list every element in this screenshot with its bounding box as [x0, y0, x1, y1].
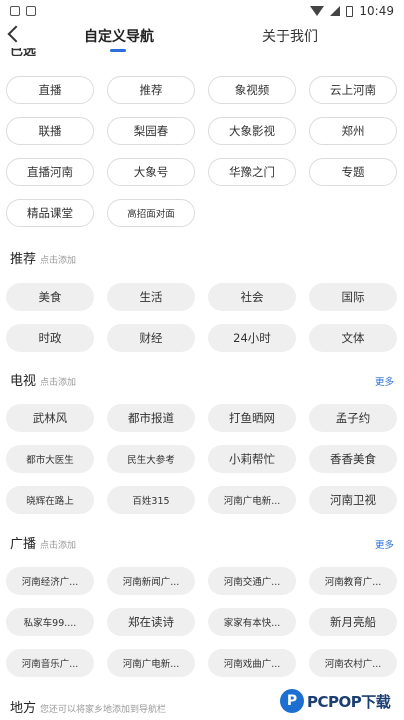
- selected-channel-chip[interactable]: 华豫之门: [208, 158, 296, 186]
- radio-channel-chip[interactable]: 河南教育广...: [309, 567, 397, 595]
- selected-channel-chip[interactable]: 梨园春: [107, 117, 195, 145]
- pcpop-logo-icon: P: [280, 689, 304, 713]
- radio-channel-chip[interactable]: 河南音乐广...: [6, 649, 94, 677]
- recommend-channel-chip[interactable]: 文体: [309, 324, 397, 352]
- tv-channel-chip[interactable]: 晓辉在路上: [6, 486, 94, 514]
- recommend-hint: 点击添加: [40, 256, 77, 266]
- selected-channel-chip[interactable]: 联播: [6, 117, 94, 145]
- tab-indicator: [110, 49, 126, 52]
- back-arrow-icon[interactable]: [7, 25, 25, 43]
- tv-channel-chip[interactable]: 孟子约: [309, 404, 397, 432]
- tv-channel-chip[interactable]: 小莉帮忙: [208, 445, 296, 473]
- pcpop-brand-name: PCPOP下载: [307, 692, 391, 711]
- radio-channel-chip[interactable]: 河南交通广...: [208, 567, 296, 595]
- recommend-channel-chip[interactable]: 国际: [309, 283, 397, 311]
- recommend-channel-grid: 美食 生活 社会 国际时政 财经 24小时 文体: [6, 283, 398, 352]
- notification-icon: [10, 6, 20, 16]
- selected-channel-chip[interactable]: 郑州: [309, 117, 397, 145]
- selected-channel-chip[interactable]: 大象号: [107, 158, 195, 186]
- tv-section-header: 电视 点击添加 更多: [10, 370, 394, 389]
- status-time: 10:49: [359, 4, 394, 18]
- pcpop-watermark: P PCPOP下载: [280, 686, 404, 716]
- selected-channel-chip[interactable]: 专题: [309, 158, 397, 186]
- recommend-title: 推荐: [10, 252, 37, 267]
- selected-channel-chip[interactable]: 高招面对面: [107, 199, 195, 227]
- tv-channel-chip[interactable]: 民生大参考: [107, 445, 195, 473]
- radio-section-header: 广播 点击添加 更多: [10, 533, 394, 552]
- recommend-channel-chip[interactable]: 时政: [6, 324, 94, 352]
- tab-custom-nav[interactable]: 自定义导航: [84, 26, 154, 46]
- recommend-channel-chip[interactable]: 社会: [208, 283, 296, 311]
- selected-channel-chip[interactable]: 云上河南: [309, 76, 397, 104]
- radio-channel-chip[interactable]: 河南新闻广...: [107, 567, 195, 595]
- tv-channel-chip[interactable]: 都市报道: [107, 404, 195, 432]
- recommend-channel-chip[interactable]: 24小时: [208, 324, 296, 352]
- radio-channel-chip[interactable]: 私家车99....: [6, 608, 94, 636]
- battery-icon: [346, 5, 354, 17]
- radio-channel-chip[interactable]: 河南戏曲广...: [208, 649, 296, 677]
- tv-channel-chip[interactable]: 打鱼晒网: [208, 404, 296, 432]
- selected-channel-chip[interactable]: 推荐: [107, 76, 195, 104]
- app-notification-icon: [26, 6, 36, 16]
- radio-channel-grid: 河南经济广... 河南新闻广... 河南交通广... 河南教育广... 私家车99...…: [6, 567, 398, 677]
- recommend-channel-chip[interactable]: 美食: [6, 283, 94, 311]
- tv-channel-chip[interactable]: 百姓315: [107, 486, 195, 514]
- local-title: 地方: [10, 701, 37, 716]
- recommend-section-header: 推荐 点击添加: [10, 248, 394, 267]
- radio-channel-chip[interactable]: 河南农村广...: [309, 649, 397, 677]
- tv-channel-chip[interactable]: 香香美食: [309, 445, 397, 473]
- selected-channel-chip[interactable]: 象视频: [208, 76, 296, 104]
- tv-channel-chip[interactable]: 都市大医生: [6, 445, 94, 473]
- radio-hint: 点击添加: [40, 541, 77, 551]
- selected-channel-chip[interactable]: 大象影视: [208, 117, 296, 145]
- tv-channel-grid: 武林风 都市报道 打鱼晒网 孟子约都市大医生 民生大参考 小莉帮忙 香香美食晓辉在路上 百姓3…: [6, 404, 398, 514]
- status-left: [10, 6, 36, 16]
- radio-channel-chip[interactable]: 新月亮船: [309, 608, 397, 636]
- selected-channel-chip[interactable]: 直播: [6, 76, 94, 104]
- selected-channel-chip[interactable]: 精品课堂: [6, 199, 94, 227]
- tv-more-link[interactable]: 更多: [375, 374, 394, 388]
- radio-channel-chip[interactable]: 家家有本快...: [208, 608, 296, 636]
- selected-channel-chip[interactable]: 直播河南: [6, 158, 94, 186]
- tv-channel-chip[interactable]: 武林风: [6, 404, 94, 432]
- signal-icon: [330, 6, 341, 16]
- radio-channel-chip[interactable]: 河南经济广...: [6, 567, 94, 595]
- radio-channel-chip[interactable]: 河南广电新...: [107, 649, 195, 677]
- status-right: 10:49: [310, 4, 394, 18]
- selected-section-title: 已选: [10, 48, 37, 56]
- nav-bar: 自定义导航 关于我们: [0, 22, 404, 52]
- radio-channel-chip[interactable]: 郑在读诗: [107, 608, 195, 636]
- recommend-channel-chip[interactable]: 生活: [107, 283, 195, 311]
- radio-more-link[interactable]: 更多: [375, 537, 394, 551]
- tab-about-us[interactable]: 关于我们: [262, 26, 318, 46]
- wifi-icon: [310, 6, 325, 16]
- radio-title: 广播: [10, 537, 37, 552]
- recommend-channel-chip[interactable]: 财经: [107, 324, 195, 352]
- tv-channel-chip[interactable]: 河南广电新...: [208, 486, 296, 514]
- tv-title: 电视: [10, 374, 37, 389]
- tv-hint: 点击添加: [40, 378, 77, 388]
- tv-channel-chip[interactable]: 河南卫视: [309, 486, 397, 514]
- local-hint: 您还可以将家乡地添加到导航栏: [40, 705, 167, 715]
- status-bar: 10:49: [0, 0, 404, 22]
- selected-channel-grid: 直播 推荐 象视频 云上河南联播 梨园春 大象影视 郑州直播河南 大象号 华豫之门 专题精品课堂高…: [6, 76, 398, 227]
